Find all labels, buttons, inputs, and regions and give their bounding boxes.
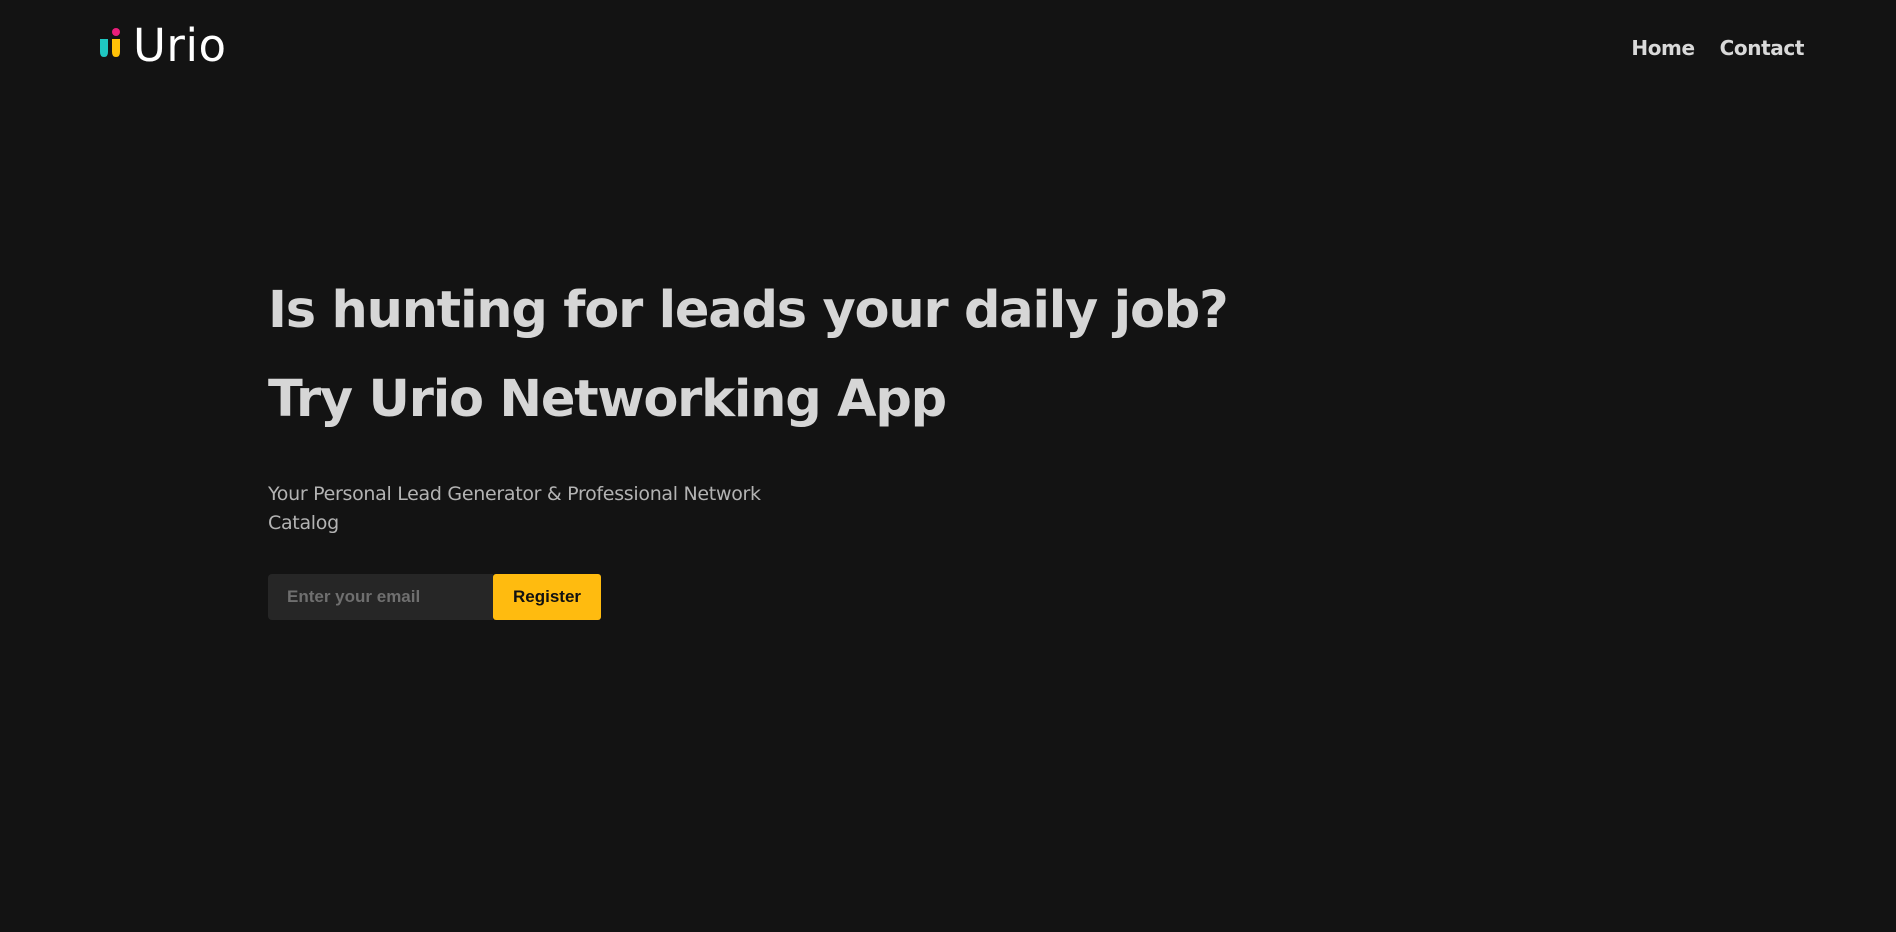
hero-subheadline: Try Urio Networking App: [268, 370, 947, 429]
register-button[interactable]: Register: [493, 574, 601, 620]
hero-section: Is hunting for leads your daily job? Try…: [268, 280, 1268, 620]
signup-form: Register: [268, 574, 1268, 620]
urio-logo-icon: [100, 28, 120, 57]
email-input[interactable]: [268, 574, 493, 620]
nav-home-link[interactable]: Home: [1631, 36, 1695, 60]
nav-contact-link[interactable]: Contact: [1720, 36, 1805, 60]
hero-headline: Is hunting for leads your daily job?: [268, 281, 1229, 340]
main-nav: Home Contact: [1631, 36, 1804, 60]
brand-name: Urio: [133, 19, 227, 72]
brand-logo-link[interactable]: Urio: [100, 21, 226, 71]
hero-description: Your Personal Lead Generator & Professio…: [268, 483, 761, 534]
